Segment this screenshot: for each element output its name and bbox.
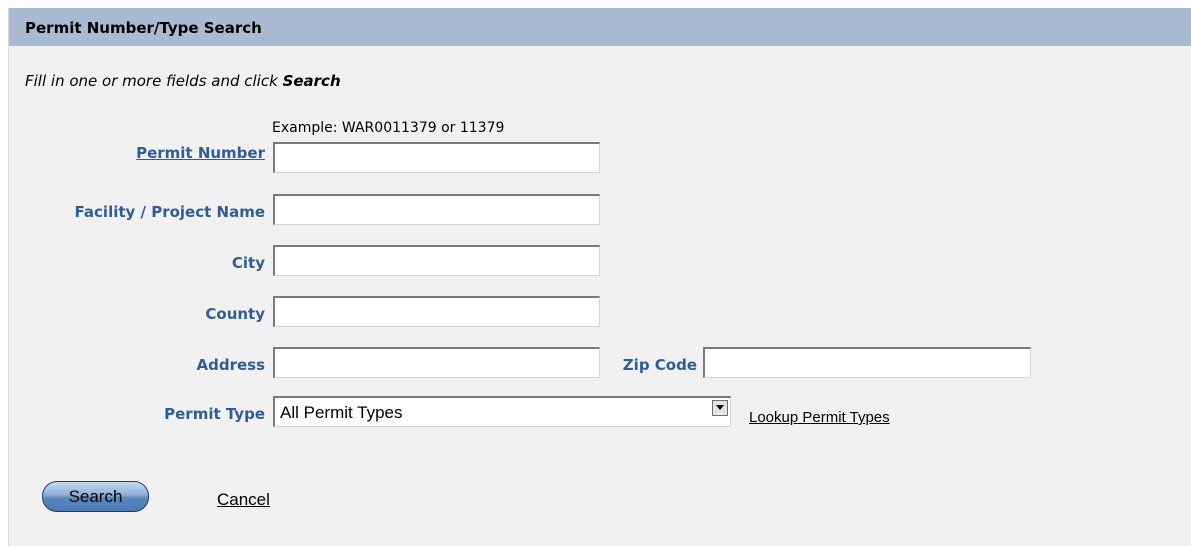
instructions-emphasis: Search: [282, 72, 341, 90]
city-input[interactable]: [273, 245, 600, 276]
lookup-permit-types-link[interactable]: Lookup Permit Types: [749, 409, 890, 426]
address-label: Address: [196, 356, 265, 374]
permit-number-label-link[interactable]: Permit Number: [136, 144, 265, 162]
city-label: City: [231, 254, 265, 272]
address-input[interactable]: [273, 347, 600, 378]
page-title: Permit Number/Type Search: [25, 19, 262, 37]
zip-code-label: Zip Code: [622, 356, 697, 374]
instructions-text: Fill in one or more fields and click Sea…: [25, 72, 341, 90]
facility-name-label: Facility / Project Name: [74, 203, 265, 221]
search-button[interactable]: Search: [42, 481, 149, 512]
facility-name-input[interactable]: [273, 194, 600, 225]
chevron-down-icon[interactable]: [712, 400, 728, 416]
instructions-prefix: Fill in one or more fields and click: [25, 72, 283, 90]
panel-header: Permit Number/Type Search: [9, 8, 1191, 46]
permit-number-input[interactable]: [273, 142, 600, 173]
permit-type-select[interactable]: All Permit Types: [273, 396, 731, 427]
permit-type-label: Permit Type: [164, 405, 265, 423]
search-panel: Permit Number/Type Search Fill in one or…: [8, 8, 1191, 546]
permit-type-selected-value: All Permit Types: [280, 403, 403, 422]
cancel-link[interactable]: Cancel: [217, 490, 270, 510]
county-label: County: [205, 305, 265, 323]
zip-code-input[interactable]: [703, 347, 1031, 378]
county-input[interactable]: [273, 296, 600, 327]
permit-number-example: Example: WAR0011379 or 11379: [272, 120, 505, 136]
